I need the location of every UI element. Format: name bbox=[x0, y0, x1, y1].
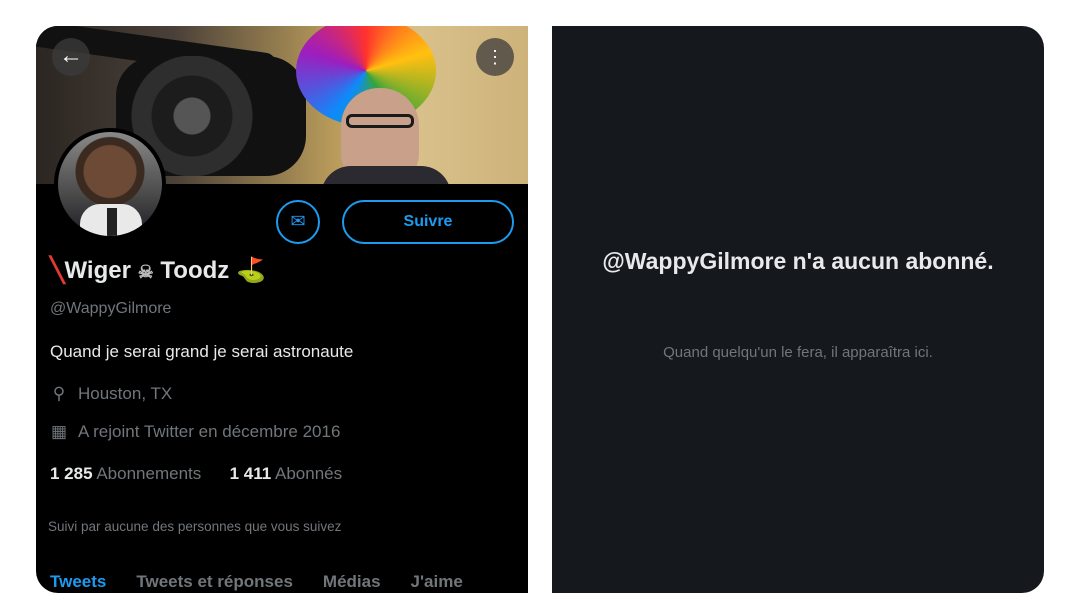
followers-screen: @WappyGilmore n'a aucun abonné. Quand qu… bbox=[552, 26, 1044, 593]
display-name-second: Toodz bbox=[160, 257, 230, 284]
followers-count: 1 411 bbox=[229, 464, 272, 483]
profile-bio: Quand je serai grand je serai astronaute bbox=[50, 342, 354, 361]
profile-stats: 1 285 Abonnements 1 411 Abonnés bbox=[50, 464, 342, 484]
calendar-icon: ▦ bbox=[50, 422, 68, 441]
followers-link[interactable]: 1 411 Abonnés bbox=[230, 464, 343, 483]
banner-suit bbox=[321, 166, 451, 184]
banner-glasses bbox=[346, 114, 414, 128]
profile-location: ⚲ Houston, TX bbox=[50, 384, 172, 404]
following-count: 1 285 bbox=[50, 464, 93, 483]
profile-screen: ← ⋮ ✉ Suivre ╲Wiger ☠ Toodz ⛳ @WappyGilm… bbox=[36, 26, 528, 593]
profile-handle: @WappyGilmore bbox=[50, 300, 172, 317]
follow-button[interactable]: Suivre bbox=[342, 200, 514, 244]
joined-text: A rejoint Twitter en décembre 2016 bbox=[78, 422, 341, 441]
avatar-tie bbox=[107, 208, 117, 236]
followers-label: Abonnés bbox=[275, 464, 343, 483]
envelope-icon: ✉ bbox=[290, 211, 306, 231]
empty-state-subtitle: Quand quelqu'un le fera, il apparaîtra i… bbox=[663, 344, 933, 361]
tab-media[interactable]: Médias bbox=[323, 572, 381, 591]
tab-likes[interactable]: J'aime bbox=[411, 572, 463, 591]
display-name-first: Wiger bbox=[64, 257, 131, 284]
display-name: ╲Wiger ☠ Toodz ⛳ bbox=[50, 256, 266, 285]
followed-by-text: Suivi par aucune des personnes que vous … bbox=[48, 519, 342, 534]
more-vertical-icon: ⋮ bbox=[486, 47, 504, 67]
more-options-button[interactable]: ⋮ bbox=[476, 38, 514, 76]
following-link[interactable]: 1 285 Abonnements bbox=[50, 464, 206, 483]
following-label: Abonnements bbox=[96, 464, 202, 483]
profile-joined-date: ▦ A rejoint Twitter en décembre 2016 bbox=[50, 422, 340, 442]
arrow-left-icon: ← bbox=[59, 42, 83, 69]
message-button[interactable]: ✉ bbox=[276, 200, 320, 244]
hockey-stick-icon: ╲ bbox=[50, 257, 65, 284]
location-pin-icon: ⚲ bbox=[52, 384, 66, 403]
back-button[interactable]: ← bbox=[52, 38, 90, 76]
profile-tabs: Tweets Tweets et réponses Médias J'aime bbox=[50, 572, 493, 592]
location-text: Houston, TX bbox=[78, 384, 173, 403]
tab-tweets[interactable]: Tweets bbox=[50, 572, 106, 591]
avatar[interactable] bbox=[54, 128, 166, 240]
golf-flag-icon: ⛳ bbox=[235, 257, 266, 284]
tab-tweets-replies[interactable]: Tweets et réponses bbox=[136, 572, 293, 591]
empty-state-title: @WappyGilmore n'a aucun abonné. bbox=[602, 248, 994, 274]
skull-crossbones-icon: ☠ bbox=[137, 262, 154, 282]
